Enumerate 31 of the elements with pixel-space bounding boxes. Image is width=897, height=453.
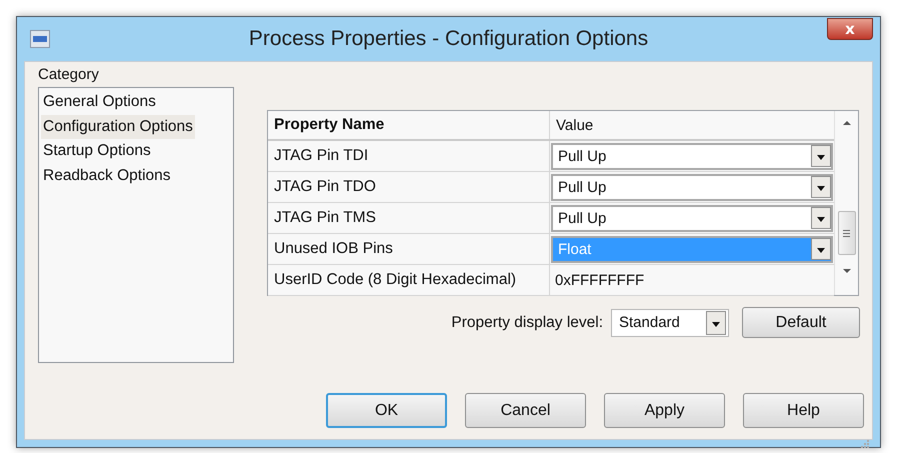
category-item[interactable]: General Options [41,90,158,114]
dialog-button[interactable]: Cancel [465,393,586,428]
display-level-dropdown[interactable]: Standard [611,308,729,336]
app-logo-icon [30,30,50,48]
scroll-up-icon[interactable] [842,119,852,127]
value-field[interactable]: 0xFFFFFFFF [550,265,834,295]
value-dropdown[interactable]: Pull Up [551,142,833,170]
table-cell: UserID Code (8 Digit Hexadecimal) [268,265,550,295]
dialog-button[interactable]: OK [326,393,447,428]
category-item[interactable]: Startup Options [41,139,153,164]
value-dropdown[interactable]: Pull Up [551,204,833,232]
table-cell: JTAG Pin TMS [268,203,550,233]
scroll-thumb[interactable] [838,211,856,255]
table-cell: JTAG Pin TDI [268,141,550,171]
column-header: Value [555,116,594,136]
close-button[interactable]: x [827,18,873,40]
column-header: Property Name [268,111,550,139]
default-button[interactable]: Default [742,307,860,338]
resize-grip-icon[interactable] [859,438,869,448]
window-title: Process Properties - Configuration Options [248,27,650,51]
table-cell: JTAG Pin TDO [268,172,550,202]
category-item[interactable]: Readback Options [41,164,173,188]
scroll-down-icon[interactable] [842,267,852,275]
table-cell: Unused IOB Pins [268,234,550,264]
dialog-button[interactable]: Help [743,393,864,428]
category-item[interactable]: Configuration Options [41,114,195,139]
display-level-label: Property display level: [451,314,603,332]
scrollbar[interactable] [834,111,858,295]
dialog-button[interactable]: Apply [604,393,725,428]
category-label: Category [38,66,100,84]
value-dropdown[interactable]: Pull Up [551,174,833,200]
